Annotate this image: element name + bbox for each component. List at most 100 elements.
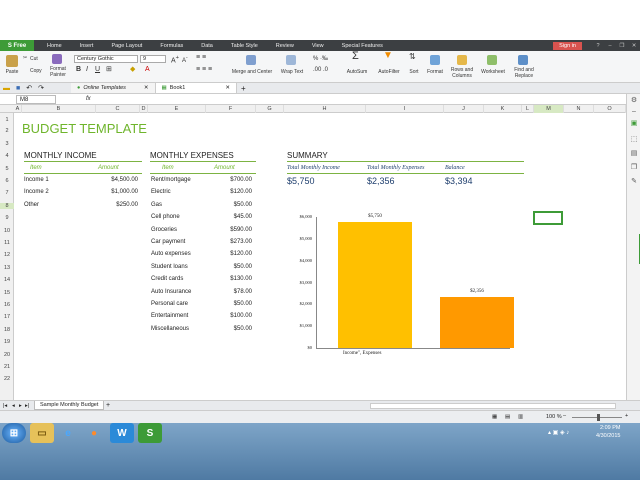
formula-input[interactable] — [95, 95, 640, 104]
row-header[interactable]: 8 — [0, 202, 14, 209]
shrink-font-icon[interactable]: A- — [182, 55, 188, 64]
menu-special-features[interactable]: Special Features — [333, 43, 392, 49]
normal-view-icon[interactable]: ▦ — [492, 414, 497, 420]
merge-center-icon[interactable] — [246, 55, 256, 65]
close-tab-icon[interactable]: ✕ — [144, 85, 149, 91]
italic-icon[interactable]: I — [86, 66, 88, 73]
align-bottom-icon[interactable]: ≡ ≡ ≡ — [196, 66, 212, 73]
horizontal-scrollbar[interactable] — [370, 403, 616, 409]
tray-icons[interactable]: ▴ ▣ ◈ ♪ — [548, 429, 569, 436]
sheet-tab-active[interactable]: Sample Monthly Budget — [34, 401, 105, 410]
grow-font-icon[interactable]: A+ — [171, 55, 179, 64]
column-header[interactable]: G — [256, 105, 284, 113]
zoom-slider-thumb[interactable] — [597, 414, 600, 421]
selected-cell[interactable] — [533, 211, 563, 225]
select-icon[interactable]: ⬚ — [630, 136, 638, 144]
sort-icon[interactable]: ⇅ — [409, 53, 416, 61]
row-header[interactable]: 19 — [0, 339, 14, 345]
column-header[interactable]: O — [594, 105, 626, 113]
column-header[interactable]: D — [140, 105, 148, 113]
menu-insert[interactable]: Insert — [71, 43, 103, 49]
menu-view[interactable]: View — [303, 43, 333, 49]
zoom-in-icon[interactable]: + — [625, 413, 628, 419]
first-sheet-icon[interactable]: |◂ — [3, 403, 7, 409]
chart-bar[interactable] — [440, 296, 514, 348]
column-header[interactable]: I — [366, 105, 444, 113]
prev-sheet-icon[interactable]: ◂ — [12, 403, 15, 409]
rows-columns-button[interactable]: Rows and Columns — [448, 67, 476, 79]
row-header[interactable]: 22 — [0, 376, 14, 382]
row-header[interactable]: 21 — [0, 364, 14, 370]
app-menu-button[interactable]: S Free — [0, 40, 34, 51]
decimal-icon[interactable]: .00 .0 — [313, 67, 328, 73]
start-button[interactable]: ⊞ — [2, 423, 26, 443]
paste-icon[interactable] — [6, 55, 18, 67]
font-name-select[interactable]: Century Gothic — [74, 55, 138, 63]
next-sheet-icon[interactable]: ▸ — [19, 403, 22, 409]
save-icon[interactable]: ■ — [16, 85, 20, 92]
row-header[interactable]: 11 — [0, 240, 14, 246]
font-size-select[interactable]: 9 — [140, 55, 166, 63]
row-header[interactable]: 7 — [0, 190, 14, 196]
row-header[interactable]: 14 — [0, 277, 14, 283]
worksheet-button[interactable]: Worksheet — [478, 69, 508, 75]
format-button[interactable]: Format — [424, 69, 446, 75]
folder-icon[interactable]: ▬ — [3, 85, 10, 92]
row-header[interactable]: 12 — [0, 252, 14, 258]
row-header[interactable]: 13 — [0, 265, 14, 271]
row-header[interactable]: 2 — [0, 128, 14, 134]
format-painter-icon[interactable] — [52, 54, 62, 64]
column-header[interactable]: J — [444, 105, 484, 113]
wrap-text-icon[interactable] — [286, 55, 296, 65]
wrap-text-button[interactable]: Wrap Text — [278, 69, 306, 75]
clock-time[interactable]: 2:09 PM — [600, 425, 620, 431]
align-icon[interactable]: ≡ ≡ — [196, 54, 206, 61]
row-header[interactable]: 1 — [0, 117, 14, 123]
last-sheet-icon[interactable]: ▸| — [25, 403, 29, 409]
gear-icon[interactable]: ⚙ — [630, 97, 638, 105]
row-header[interactable]: 20 — [0, 352, 14, 358]
column-header[interactable]: L — [522, 105, 534, 113]
summary-chart[interactable]: $0 $1,000 $2,000 $3,000 $4,000 $5,000 $6,000 $… — [282, 209, 522, 359]
row-header[interactable]: 10 — [0, 228, 14, 234]
minimize-pane-icon[interactable]: – — [630, 108, 638, 116]
fill-color-icon[interactable]: ◆ — [130, 66, 135, 73]
format-painter-button[interactable]: Format Painter — [47, 66, 69, 78]
paste-button[interactable]: Paste — [3, 69, 21, 75]
find-replace-icon[interactable] — [518, 55, 528, 65]
tools-icon[interactable]: ✎ — [630, 178, 638, 186]
spreadsheets-icon[interactable]: S — [138, 423, 162, 443]
backup-icon[interactable]: ❐ — [630, 164, 638, 172]
merge-center-button[interactable]: Merge and Center — [228, 69, 276, 75]
chart-bar[interactable] — [338, 222, 412, 348]
help-icon[interactable]: ? — [592, 43, 604, 49]
clock-date[interactable]: 4/30/2015 — [596, 433, 620, 439]
percent-icon[interactable]: % ·‰ — [313, 56, 328, 62]
sort-button[interactable]: Sort — [404, 69, 424, 75]
firefox-icon[interactable]: ● — [82, 423, 106, 443]
restore-icon[interactable]: ❐ — [616, 43, 628, 49]
column-header[interactable]: H — [284, 105, 366, 113]
writer-icon[interactable]: W — [110, 423, 134, 443]
rows-columns-icon[interactable] — [457, 55, 467, 65]
layout-icon[interactable]: ▤ — [630, 150, 638, 158]
file-explorer-icon[interactable]: ▭ — [30, 423, 54, 443]
autofilter-button[interactable]: AutoFilter — [373, 69, 405, 75]
tab-online-templates[interactable]: ● Online Templates ✕ — [70, 83, 156, 93]
autosum-button[interactable]: AutoSum — [342, 69, 372, 75]
font-color-icon[interactable]: A — [145, 66, 150, 73]
find-replace-button[interactable]: Find and Replace — [510, 67, 538, 79]
row-header[interactable]: 4 — [0, 153, 14, 159]
menu-page-layout[interactable]: Page Layout — [102, 43, 151, 49]
zoom-out-icon[interactable]: – — [563, 413, 566, 419]
menu-table-style[interactable]: Table Style — [222, 43, 267, 49]
column-header[interactable]: C — [96, 105, 140, 113]
redo-icon[interactable]: ↷ — [38, 84, 44, 92]
cell-style-icon[interactable]: ▣ — [630, 120, 638, 128]
row-header[interactable]: 17 — [0, 314, 14, 320]
page-break-view-icon[interactable]: ▥ — [518, 414, 523, 420]
cut-button[interactable]: Cut — [30, 56, 38, 62]
menu-review[interactable]: Review — [267, 43, 303, 49]
autofilter-icon[interactable]: ▼ — [383, 51, 393, 61]
minimize-icon[interactable]: – — [604, 43, 616, 49]
